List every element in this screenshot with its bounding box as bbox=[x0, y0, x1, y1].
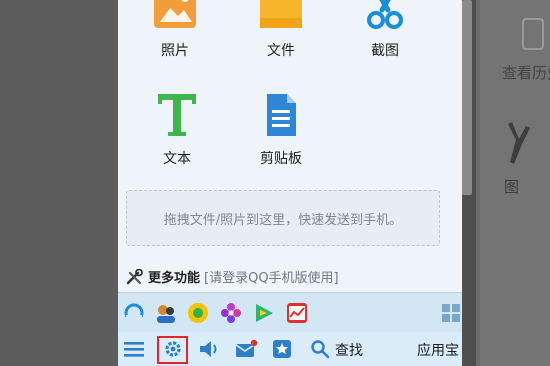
screenshot-label: 截图 bbox=[371, 43, 399, 59]
app-bar bbox=[118, 292, 462, 332]
qq-browser-icon[interactable] bbox=[123, 302, 145, 324]
phone-transfer-panel: 照片 文件 截图 文本 剪贴板 拖拽文件/照片到这里，快速发送到手机。 更多功能… bbox=[118, 0, 462, 366]
mail-button[interactable] bbox=[232, 337, 260, 361]
gear-icon bbox=[165, 341, 181, 357]
favorites-button[interactable] bbox=[269, 337, 295, 361]
search-icon bbox=[311, 340, 330, 359]
tools-icon bbox=[126, 268, 143, 284]
menu-icon bbox=[124, 342, 144, 357]
file-tile[interactable]: 文件 bbox=[236, 0, 326, 60]
text-label: 文本 bbox=[163, 151, 191, 167]
file-label: 文件 bbox=[267, 43, 295, 59]
history-label: 查看历史 bbox=[502, 64, 550, 82]
photo-icon bbox=[154, 0, 196, 28]
speaker-icon bbox=[200, 341, 217, 357]
phone-icon bbox=[522, 18, 544, 50]
background-left bbox=[0, 0, 118, 366]
stock-app-icon[interactable] bbox=[286, 302, 308, 324]
more-features-hint: [请登录QQ手机版使用] bbox=[204, 271, 339, 286]
more-features: 更多功能 [请登录QQ手机版使用] bbox=[126, 267, 339, 286]
photo-label: 照片 bbox=[161, 43, 189, 59]
find-label[interactable]: 查找 bbox=[335, 340, 363, 360]
background-scrollbar-thumb bbox=[462, 0, 472, 195]
photo-tile[interactable]: 照片 bbox=[130, 0, 220, 60]
text-icon bbox=[158, 94, 196, 136]
menu-button[interactable] bbox=[122, 337, 146, 361]
drop-zone[interactable]: 拖拽文件/照片到这里，快速发送到手机。 bbox=[126, 190, 440, 246]
bottom-toolbar: 查找 应用宝 bbox=[118, 332, 462, 366]
app-store-label[interactable]: 应用宝 bbox=[417, 340, 459, 360]
text-tile[interactable]: 文本 bbox=[132, 92, 222, 168]
scissors-icon bbox=[367, 0, 403, 29]
clipboard-tile[interactable]: 剪贴板 bbox=[236, 92, 326, 168]
background-window: 查看历史 图 bbox=[462, 0, 550, 366]
partial-label: 图 bbox=[504, 178, 520, 196]
video-player-icon[interactable] bbox=[253, 302, 275, 324]
background-panel: 查看历史 图 bbox=[480, 0, 550, 366]
more-features-label: 更多功能 bbox=[148, 271, 201, 286]
flower-app-icon[interactable] bbox=[220, 302, 242, 324]
sound-button[interactable] bbox=[196, 337, 222, 361]
folder-icon bbox=[260, 0, 302, 28]
clipboard-document-icon bbox=[267, 94, 296, 136]
qq-music-icon[interactable] bbox=[187, 302, 209, 324]
contacts-icon[interactable] bbox=[155, 302, 177, 324]
mail-icon bbox=[235, 339, 258, 357]
drop-zone-text: 拖拽文件/照片到这里，快速发送到手机。 bbox=[163, 212, 403, 228]
settings-button[interactable] bbox=[160, 337, 186, 361]
screenshot-tile[interactable]: 截图 bbox=[340, 0, 430, 60]
search-button[interactable] bbox=[309, 337, 331, 361]
pen-icon bbox=[508, 122, 530, 164]
grid-apps-icon[interactable] bbox=[440, 302, 462, 324]
clipboard-label: 剪贴板 bbox=[260, 151, 302, 167]
star-icon bbox=[273, 340, 291, 358]
